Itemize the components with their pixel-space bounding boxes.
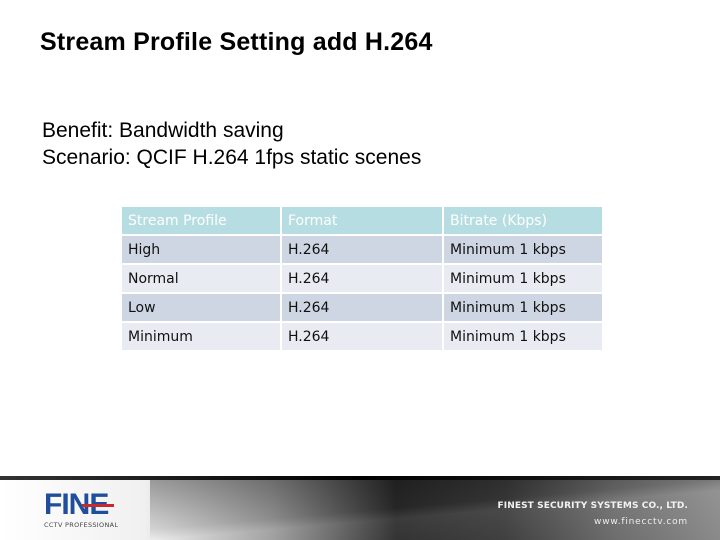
table-row: High H.264 Minimum 1 kbps (122, 236, 602, 263)
table-row: Minimum H.264 Minimum 1 kbps (122, 323, 602, 350)
cell-format: H.264 (282, 323, 442, 350)
table-row: Normal H.264 Minimum 1 kbps (122, 265, 602, 292)
cell-profile: High (122, 236, 280, 263)
cell-bitrate: Minimum 1 kbps (444, 236, 602, 263)
cell-format: H.264 (282, 236, 442, 263)
footer-banner: FINE CCTV PROFESSIONAL FINEST SECURITY S… (0, 476, 720, 540)
slide-title: Stream Profile Setting add H.264 (40, 28, 433, 56)
cell-profile: Low (122, 294, 280, 321)
table-header-row: Stream Profile Format Bitrate (Kbps) (122, 207, 602, 234)
slide-body: Benefit: Bandwidth saving Scenario: QCIF… (42, 117, 421, 171)
cell-profile: Minimum (122, 323, 280, 350)
company-logo: FINE CCTV PROFESSIONAL (44, 490, 119, 530)
header-bitrate: Bitrate (Kbps) (444, 207, 602, 234)
logo-subtitle: CCTV PROFESSIONAL (44, 521, 119, 529)
cell-profile: Normal (122, 265, 280, 292)
header-format: Format (282, 207, 442, 234)
logo-accent-dash (82, 504, 114, 507)
cell-format: H.264 (282, 294, 442, 321)
cell-bitrate: Minimum 1 kbps (444, 294, 602, 321)
cell-bitrate: Minimum 1 kbps (444, 323, 602, 350)
benefit-line: Benefit: Bandwidth saving (42, 119, 284, 142)
table-row: Low H.264 Minimum 1 kbps (122, 294, 602, 321)
cell-bitrate: Minimum 1 kbps (444, 265, 602, 292)
logo-wordmark: FINE (44, 490, 118, 520)
company-website: www.finecctv.com (594, 517, 688, 527)
scenario-line: Scenario: QCIF H.264 1fps static scenes (42, 146, 422, 169)
company-name: FINEST SECURITY SYSTEMS CO., LTD. (497, 501, 688, 511)
stream-profile-table: Stream Profile Format Bitrate (Kbps) Hig… (120, 205, 604, 352)
header-stream-profile: Stream Profile (122, 207, 280, 234)
cell-format: H.264 (282, 265, 442, 292)
